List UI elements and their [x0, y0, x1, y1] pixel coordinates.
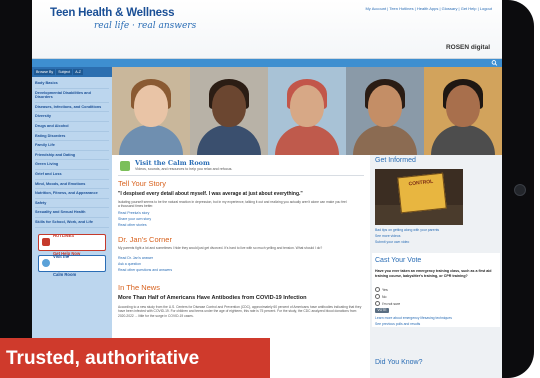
photo-face [134, 85, 168, 127]
calm-room-subtitle: Videos, sounds, and resources to help yo… [135, 167, 233, 171]
photo-shoulders [119, 125, 183, 155]
radio-icon[interactable] [375, 287, 380, 292]
sidebar-item[interactable]: Developmental Disabilities and Disorders [35, 89, 109, 103]
photo-face [290, 85, 324, 127]
sidebar-item[interactable]: Diversity [35, 112, 109, 122]
sidebar-item[interactable]: Safety [35, 199, 109, 209]
teen-photo [112, 67, 190, 155]
other-stories-link[interactable]: Read other stories [118, 223, 147, 227]
radio-icon[interactable] [375, 294, 380, 299]
calm-room-title[interactable]: Visit the Calm Room [135, 159, 210, 167]
publisher-logo: ROSEN digital [445, 44, 490, 51]
calm-leaf-icon [120, 161, 130, 171]
photo-shoulders [275, 125, 339, 155]
hotline-label: HOTLINES [53, 233, 75, 238]
read-answer-link[interactable]: Read Dr. Jan's answer [118, 256, 153, 260]
poll-question: Have you ever taken an emergency trainin… [375, 269, 492, 278]
tab-a-z[interactable]: A-Z [73, 69, 83, 75]
sidebar-item[interactable]: Grief and Loss [35, 170, 109, 180]
subject-list: Body Basics Developmental Disabilities an… [32, 77, 112, 230]
poll-option-not-sure[interactable]: I'm not sure [375, 301, 400, 306]
more-videos-link[interactable]: See more videos [375, 234, 400, 238]
news-title: In The News [118, 283, 160, 292]
calm-room-sublabel: Calm Room [53, 272, 77, 277]
teen-photo [190, 67, 268, 155]
photo-face [212, 85, 246, 127]
search-icon[interactable] [491, 60, 498, 66]
browse-tabs: Browse By Subject A-Z [32, 67, 112, 77]
poll-option-label: Yes [382, 287, 388, 292]
site-screen: Teen Health & Wellness real life · real … [32, 0, 502, 378]
camera-icon [514, 184, 526, 196]
video-sign: CONTROL [397, 172, 447, 214]
corner-paragraph: My parents fight a lot and sometimes I h… [118, 246, 323, 250]
other-questions-link[interactable]: Read other questions and answers [118, 268, 172, 272]
teen-photo [424, 67, 502, 155]
previous-polls-link[interactable]: See previous polls and results [375, 322, 420, 326]
news-headline[interactable]: More Than Half of Americans Have Antibod… [118, 295, 368, 301]
phone-icon [42, 238, 50, 246]
tab-subject[interactable]: Subject [56, 69, 73, 75]
ask-question-link[interactable]: Ask a question [118, 262, 141, 266]
site-header: Teen Health & Wellness real life · real … [32, 0, 502, 59]
video-thumbnail[interactable]: CONTROL [375, 169, 463, 225]
teen-photo [346, 67, 424, 155]
read-story-link[interactable]: Read Preeka's story [118, 211, 149, 215]
story-quote: "I despised every detail about myself. I… [118, 191, 303, 197]
left-sidebar: Browse By Subject A-Z Body Basics Develop… [32, 67, 112, 378]
calm-room-label: Visit the [53, 254, 70, 259]
site-tagline: real life · real answers [94, 21, 197, 31]
poll-option-yes[interactable]: Yes [375, 287, 388, 292]
promo-overlay-text: Trusted, authoritative [6, 348, 200, 369]
teen-photo-banner [112, 67, 502, 155]
sidebar-item[interactable]: Family Life [35, 141, 109, 151]
poll-option-label: No [382, 294, 387, 299]
story-paragraph: Isolating yourself seems to be the natur… [118, 200, 347, 209]
emergency-techniques-link[interactable]: Learn more about emergency lifesaving te… [375, 316, 452, 320]
search-bar[interactable] [32, 59, 502, 67]
did-you-know-title: Did You Know? [375, 359, 423, 366]
sidebar-item[interactable]: Diseases, Infections, and Conditions [35, 103, 109, 113]
sidebar-item[interactable]: Mind, Moods, and Emotions [35, 180, 109, 190]
submit-video-link[interactable]: Submit your own video [375, 240, 409, 244]
photo-face [446, 85, 480, 127]
radio-icon[interactable] [375, 301, 380, 306]
right-column: Get Informed CONTROL Bad tips on getting… [370, 155, 502, 378]
calm-room-promo[interactable]: Visit the Calm Room Videos, sounds, and … [118, 159, 364, 176]
calm-room-icon [42, 259, 50, 267]
get-informed-title: Get Informed [375, 157, 416, 164]
sidebar-item[interactable]: Eating Disorders [35, 132, 109, 142]
promo-overlay: Trusted, authoritative [0, 338, 270, 378]
sidebar-item[interactable]: Body Basics [35, 79, 109, 89]
site-brand[interactable]: Teen Health & Wellness [50, 7, 174, 19]
poll-option-no[interactable]: No [375, 294, 386, 299]
sidebar-item[interactable]: Friendship and Dating [35, 151, 109, 161]
top-links[interactable]: My Account | Teen Hotlines | Health Apps… [365, 6, 492, 11]
corner-title: Dr. Jan's Corner [118, 235, 172, 244]
photo-shoulders [197, 125, 261, 155]
poll-option-label: I'm not sure [382, 301, 401, 306]
photo-shoulders [431, 125, 495, 155]
share-story-link[interactable]: Share your own story [118, 217, 151, 221]
photo-shoulders [353, 125, 417, 155]
calm-room-button[interactable]: Visit the Calm Room [38, 254, 106, 277]
sidebar-item[interactable]: Sexuality and Sexual Health [35, 208, 109, 218]
sidebar-item[interactable]: Nutrition, Fitness, and Appearance [35, 189, 109, 199]
cast-vote-title: Cast Your Vote [375, 257, 422, 264]
tab-browse-by[interactable]: Browse By [34, 69, 56, 75]
sidebar-item[interactable]: Drugs and Alcohol [35, 122, 109, 132]
teen-photo [268, 67, 346, 155]
video-title-link[interactable]: Bad tips on getting along with your pare… [375, 228, 439, 232]
video-caption: CONTROL [408, 178, 434, 188]
story-title: Tell Your Story [118, 179, 166, 188]
vote-button[interactable]: VOTE [375, 308, 389, 313]
photo-face [368, 85, 402, 127]
sidebar-item[interactable]: Green Living [35, 160, 109, 170]
news-paragraph: According to a new study from the U.S. C… [118, 305, 362, 318]
